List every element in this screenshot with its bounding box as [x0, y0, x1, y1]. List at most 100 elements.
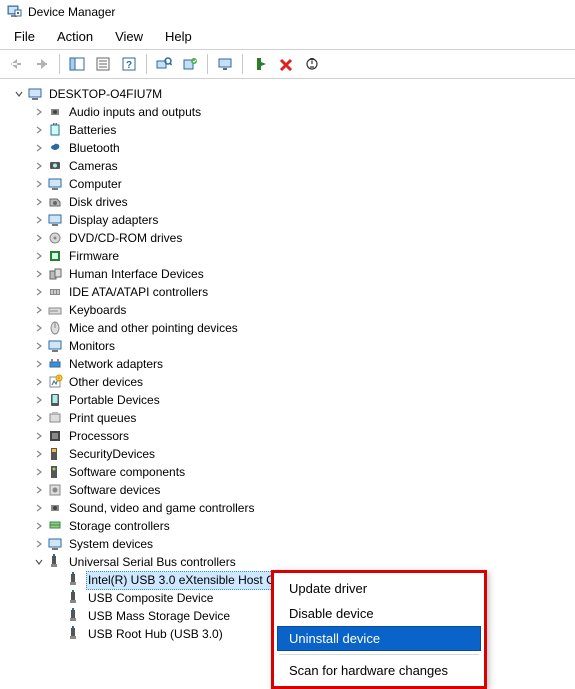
category-icon: !: [47, 374, 63, 390]
chevron-right-icon[interactable]: [32, 411, 46, 425]
tree-category[interactable]: Software components: [4, 463, 575, 481]
category-icon: [47, 482, 63, 498]
category-icon: [47, 212, 63, 228]
category-icon: [47, 176, 63, 192]
tree-category-label: SecurityDevices: [67, 446, 157, 463]
context-menu-update-driver[interactable]: Update driver: [277, 576, 481, 601]
menu-view[interactable]: View: [105, 26, 153, 47]
tree-category-label: System devices: [67, 536, 155, 553]
tree-category-label: Audio inputs and outputs: [67, 104, 203, 121]
tree-category[interactable]: Disk drives: [4, 193, 575, 211]
chevron-right-icon[interactable]: [32, 303, 46, 317]
tree-root[interactable]: DESKTOP-O4FIU7M: [4, 85, 575, 103]
chevron-right-icon[interactable]: [32, 375, 46, 389]
menu-file[interactable]: File: [4, 26, 45, 47]
tree-category[interactable]: Portable Devices: [4, 391, 575, 409]
category-icon: [47, 500, 63, 516]
scan-hardware-button[interactable]: [152, 53, 176, 75]
chevron-right-icon[interactable]: [32, 267, 46, 281]
tree-category[interactable]: Audio inputs and outputs: [4, 103, 575, 121]
chevron-right-icon[interactable]: [32, 213, 46, 227]
tree-category[interactable]: Sound, video and game controllers: [4, 499, 575, 517]
tree-category[interactable]: Print queues: [4, 409, 575, 427]
category-icon: [47, 230, 63, 246]
chevron-down-icon[interactable]: [32, 555, 46, 569]
menu-action[interactable]: Action: [47, 26, 103, 47]
enable-device-button[interactable]: [248, 53, 272, 75]
context-menu-uninstall-device[interactable]: Uninstall device: [277, 626, 481, 651]
tree-category[interactable]: Software devices: [4, 481, 575, 499]
tree-category[interactable]: Monitors: [4, 337, 575, 355]
tree-category[interactable]: Bluetooth: [4, 139, 575, 157]
spacer: [51, 591, 65, 605]
tree-category[interactable]: Batteries: [4, 121, 575, 139]
tree-category-label: Sound, video and game controllers: [67, 500, 256, 517]
forward-button[interactable]: [30, 53, 54, 75]
chevron-right-icon[interactable]: [32, 447, 46, 461]
tree-category[interactable]: Storage controllers: [4, 517, 575, 535]
chevron-right-icon[interactable]: [32, 501, 46, 515]
tree-category[interactable]: Network adapters: [4, 355, 575, 373]
help-button[interactable]: ?: [117, 53, 141, 75]
chevron-right-icon[interactable]: [32, 429, 46, 443]
tree-category[interactable]: DVD/CD-ROM drives: [4, 229, 575, 247]
tree-category[interactable]: Human Interface Devices: [4, 265, 575, 283]
category-icon: [47, 194, 63, 210]
context-menu-disable-device[interactable]: Disable device: [277, 601, 481, 626]
context-menu-separator: [279, 654, 479, 655]
chevron-right-icon[interactable]: [32, 195, 46, 209]
category-icon: [47, 158, 63, 174]
tree-category[interactable]: IDE ATA/ATAPI controllers: [4, 283, 575, 301]
tree-category-label: Print queues: [67, 410, 138, 427]
tree-category[interactable]: Cameras: [4, 157, 575, 175]
chevron-right-icon[interactable]: [32, 465, 46, 479]
tree-category[interactable]: Firmware: [4, 247, 575, 265]
chevron-right-icon[interactable]: [32, 123, 46, 137]
tree-category-label: Computer: [67, 176, 124, 193]
tree-category[interactable]: Universal Serial Bus controllers: [4, 553, 575, 571]
chevron-right-icon[interactable]: [32, 249, 46, 263]
chevron-right-icon[interactable]: [32, 159, 46, 173]
tree-category-label: Universal Serial Bus controllers: [67, 554, 238, 571]
chevron-right-icon[interactable]: [32, 285, 46, 299]
category-icon: [47, 140, 63, 156]
show-hide-tree-button[interactable]: [65, 53, 89, 75]
chevron-right-icon[interactable]: [32, 483, 46, 497]
chevron-right-icon[interactable]: [32, 393, 46, 407]
chevron-right-icon[interactable]: [32, 231, 46, 245]
context-menu-scan-hardware[interactable]: Scan for hardware changes: [277, 658, 481, 683]
chevron-right-icon[interactable]: [32, 519, 46, 533]
disable-device-button[interactable]: [300, 53, 324, 75]
uninstall-device-button[interactable]: [274, 53, 298, 75]
menubar: File Action View Help: [0, 24, 575, 49]
tree-category-label: Display adapters: [67, 212, 160, 229]
monitor-button[interactable]: [213, 53, 237, 75]
tree-category[interactable]: Computer: [4, 175, 575, 193]
tree-category[interactable]: Processors: [4, 427, 575, 445]
chevron-right-icon[interactable]: [32, 321, 46, 335]
back-button[interactable]: [4, 53, 28, 75]
chevron-right-icon[interactable]: [32, 141, 46, 155]
update-driver-button[interactable]: [178, 53, 202, 75]
category-icon: [47, 320, 63, 336]
usb-device-icon: [66, 626, 82, 642]
chevron-right-icon[interactable]: [32, 339, 46, 353]
device-tree[interactable]: DESKTOP-O4FIU7M Audio inputs and outputs…: [0, 79, 575, 643]
menu-help[interactable]: Help: [155, 26, 202, 47]
tree-category[interactable]: Display adapters: [4, 211, 575, 229]
chevron-right-icon[interactable]: [32, 105, 46, 119]
toolbar-separator: [242, 54, 243, 74]
tree-category[interactable]: System devices: [4, 535, 575, 553]
chevron-down-icon[interactable]: [12, 87, 26, 101]
tree-category[interactable]: SecurityDevices: [4, 445, 575, 463]
properties-button[interactable]: [91, 53, 115, 75]
tree-category[interactable]: Keyboards: [4, 301, 575, 319]
tree-category[interactable]: Mice and other pointing devices: [4, 319, 575, 337]
chevron-right-icon[interactable]: [32, 177, 46, 191]
spacer: [51, 627, 65, 641]
tree-category-label: Firmware: [67, 248, 121, 265]
chevron-right-icon[interactable]: [32, 537, 46, 551]
toolbar-separator: [146, 54, 147, 74]
chevron-right-icon[interactable]: [32, 357, 46, 371]
tree-category[interactable]: !Other devices: [4, 373, 575, 391]
